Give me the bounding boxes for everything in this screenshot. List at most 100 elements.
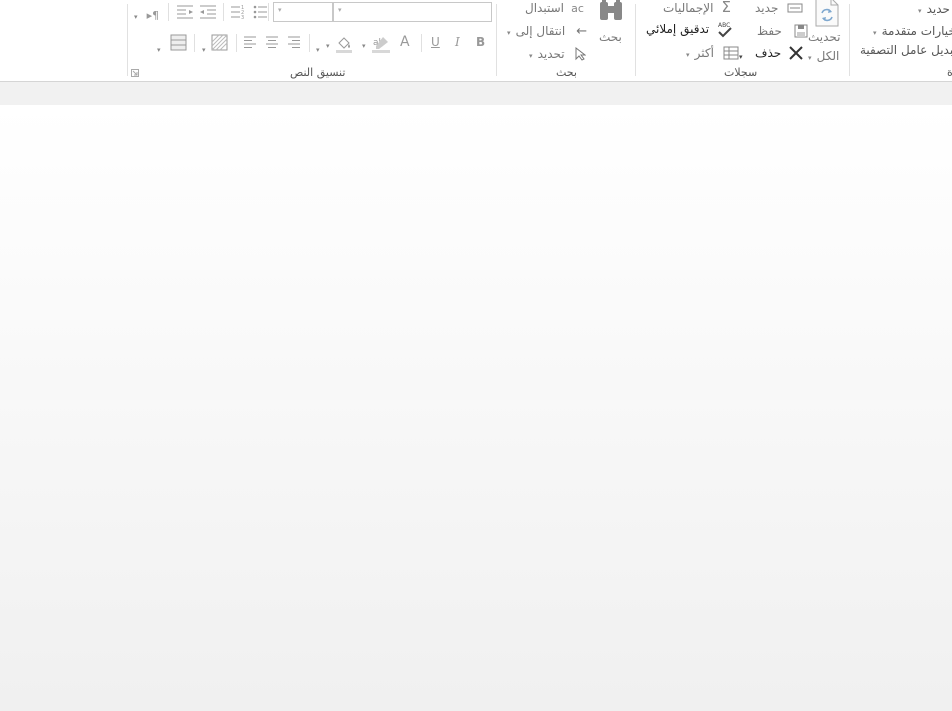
more-colors-caret[interactable]: ▾	[316, 37, 320, 56]
gridlines-caret[interactable]: ▾	[157, 37, 161, 56]
delete-record-button[interactable]: حذف	[755, 42, 804, 61]
goto-button[interactable]: ▾ انتقال إلى ←	[507, 20, 587, 39]
totals-label: الإجماليات	[663, 1, 714, 15]
background-color-button[interactable]: ▾	[326, 33, 353, 53]
highlight-icon: ab	[371, 36, 390, 53]
toolbar-separator	[236, 34, 237, 52]
svg-text:ABC: ABC	[718, 22, 730, 29]
chevron-down-icon: ▾	[278, 6, 282, 14]
delete-icon	[789, 45, 803, 60]
more-label: أكثر	[694, 46, 714, 60]
delete-record-label: حذف	[755, 46, 782, 60]
toolbar-separator	[421, 34, 422, 52]
chevron-down-icon: ▾	[338, 6, 342, 14]
replace-button[interactable]: استبدال ac	[525, 0, 584, 16]
refresh-all-label-2: ▾ الكل	[808, 45, 839, 64]
sigma-icon: Σ	[721, 0, 731, 16]
find-group-label: بحث	[556, 66, 577, 79]
alternate-row-color-icon[interactable]	[211, 34, 228, 51]
font-size-combo[interactable]: ▾	[273, 2, 333, 22]
save-record-label: حفظ	[757, 24, 782, 38]
select-label: تحديد	[537, 47, 565, 61]
chevron-down-icon: ▾	[134, 13, 138, 21]
ribbon-bottom-strip	[0, 82, 952, 105]
group-separator	[849, 4, 850, 76]
chevron-down-icon: ▾	[157, 46, 161, 54]
bullet-list-icon[interactable]	[252, 4, 268, 20]
spelling-button[interactable]: تدقيق إملائي ABC	[646, 18, 734, 38]
group-separator	[496, 4, 497, 76]
arrow-left-icon: ←	[576, 24, 588, 39]
chevron-down-icon: ▾	[808, 54, 812, 62]
toolbar-separator	[268, 3, 269, 21]
highlight-color-button[interactable]: ▾ ab	[362, 33, 391, 53]
alt-row-caret[interactable]: ▾	[202, 37, 206, 56]
chevron-down-icon: ▾	[873, 29, 877, 37]
table-more-icon	[723, 46, 739, 59]
chevron-down-icon: ▾	[362, 42, 366, 50]
dialog-launcher-icon[interactable]	[131, 69, 139, 77]
select-button[interactable]: ▾ تحديد	[529, 43, 587, 62]
align-center-icon[interactable]	[265, 36, 279, 49]
find-label: بحث	[599, 30, 622, 44]
totals-button[interactable]: الإجماليات Σ	[663, 0, 731, 16]
find-button[interactable]: بحث	[594, 0, 626, 50]
svg-text:3: 3	[241, 15, 244, 20]
refresh-all-text-2: الكل	[816, 49, 840, 63]
refresh-icon	[815, 0, 839, 27]
chevron-down-icon: ▾	[739, 53, 743, 61]
chevron-down-icon: ▾	[202, 46, 206, 54]
group-separator	[635, 4, 636, 76]
group-separator	[127, 4, 128, 76]
ribbon: ة ▾ حديد ▾ خيارات متقدمة تبديل عامل التص…	[0, 0, 952, 82]
binoculars-icon	[600, 0, 622, 20]
decrease-indent-icon[interactable]	[199, 4, 217, 20]
new-record-button[interactable]: جديد	[755, 0, 803, 16]
increase-indent-icon[interactable]	[176, 4, 194, 20]
new-record-icon	[787, 3, 803, 12]
chevron-down-icon: ▾	[316, 46, 320, 54]
toggle-filter-button[interactable]: تبديل عامل التصفية	[860, 43, 952, 57]
more-button[interactable]: ▾ أكثر	[686, 42, 739, 61]
chevron-down-icon: ▾	[529, 52, 533, 60]
replace-icon: ac	[571, 2, 584, 15]
toolbar-separator	[223, 3, 224, 21]
cursor-select-icon	[575, 46, 587, 61]
selection-button[interactable]: ▾ حديد	[918, 0, 950, 17]
text-direction-button[interactable]: ▾ ▸¶	[134, 4, 159, 23]
align-left-icon[interactable]	[243, 36, 257, 49]
chevron-down-icon: ▾	[326, 42, 330, 50]
toolbar-separator	[194, 34, 195, 52]
chevron-down-icon: ▾	[686, 51, 690, 59]
more-extra-caret[interactable]: ▾	[739, 44, 743, 63]
refresh-all-button[interactable]: تحديث ▾ الكل	[806, 0, 846, 64]
refresh-all-label-1: تحديث	[808, 30, 841, 44]
new-record-label: جديد	[755, 1, 779, 15]
spelling-label: تدقيق إملائي	[646, 22, 710, 36]
goto-label: انتقال إلى	[515, 24, 566, 38]
font-name-combo[interactable]: ▾	[333, 2, 492, 22]
spelling-check-icon: ABC	[718, 22, 732, 37]
save-record-button[interactable]: حفظ	[757, 20, 809, 39]
gridlines-icon[interactable]	[170, 34, 187, 51]
toolbar-separator	[168, 3, 169, 21]
bold-button[interactable]: B	[476, 35, 485, 49]
paragraph-rtl-icon: ▸¶	[146, 9, 160, 22]
chevron-down-icon: ▾	[918, 7, 922, 15]
font-color-button[interactable]: A	[400, 34, 410, 50]
save-icon	[794, 24, 808, 37]
toolbar-separator	[309, 34, 310, 52]
main-content-area	[0, 105, 952, 711]
advanced-options-label: خيارات متقدمة	[881, 24, 952, 38]
selection-label: حديد	[926, 2, 950, 16]
fill-bucket-icon	[335, 36, 352, 53]
underline-button[interactable]: U	[431, 35, 440, 49]
records-group-label: سجلات	[724, 66, 758, 79]
numbered-list-icon[interactable]: 1 2 3	[230, 4, 246, 20]
filter-group-label: ة	[947, 66, 952, 79]
replace-label: استبدال	[525, 1, 564, 15]
advanced-options-button[interactable]: ▾ خيارات متقدمة	[873, 20, 952, 39]
italic-button[interactable]: I	[455, 35, 460, 49]
align-right-icon[interactable]	[287, 36, 301, 49]
chevron-down-icon: ▾	[507, 29, 511, 37]
